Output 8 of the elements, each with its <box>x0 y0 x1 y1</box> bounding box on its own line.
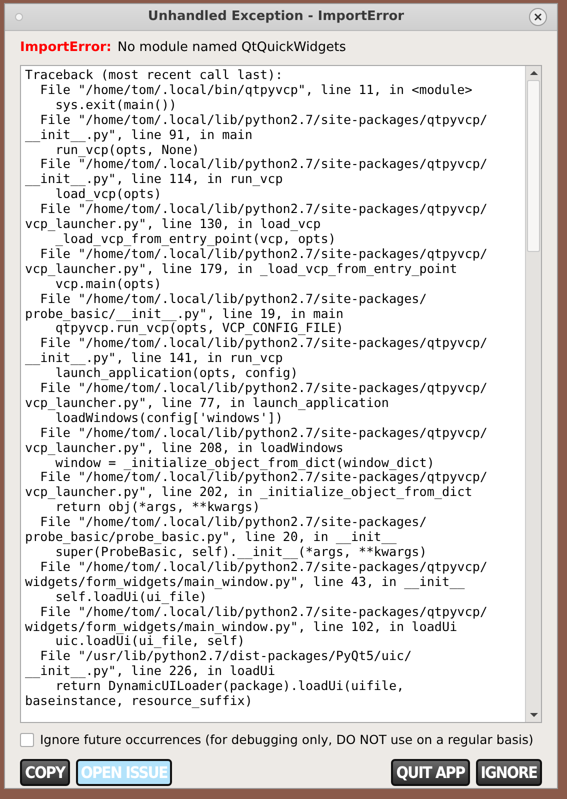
dialog-button[interactable]: COPY <box>20 759 70 786</box>
ignore-label: Ignore future occurrences (for debugging only, DO NOT use on a regular basis) <box>40 730 534 749</box>
error-type: ImportError: <box>20 39 112 58</box>
dialog-button[interactable]: QUIT APP <box>391 759 470 786</box>
dialog-button[interactable]: IGNORE <box>476 759 542 786</box>
window-title: Unhandled Exception - ImportError <box>146 8 406 26</box>
error-message: No module named QtQuickWidgets <box>118 39 346 58</box>
traceback-text: Traceback (most recent call last): File "/home/tom/.local/bin/qtpyvcp", line 11, in <module> sys.exit(main()) File "/home/tom/.local/lib/python2.7/site-packages/qtpyvcp/ __init__.py", line 91, in main run_vcp(opts, None) File "/home/tom/.local/lib/python2.7/site-packages/qtpyvcp/ __init__.py", line 114, in run_vcp load_vcp(opts) File "/home/tom/.local/lib/python2.7/site-packages/qtpyvcp/ vcp_launcher.py", line 130, in load_vcp _load_vcp_from_entry_point(vcp, opts) File "/home/tom/.local/lib/python2.7/site-packages/qtpyvcp/ vcp_launcher.py", line 179, in _load_vcp_from_entry_point vcp.main(opts) File "/home/tom/.local/lib/python2.7/site-packages/ probe_basic/__init__.py", line 19, in main qtpyvcp.run_vcp(opts, VCP_CONFIG_FILE) File "/home/tom/.local/lib/python2.7/site-packages/qtpyvcp/ __init__.py", line 141, in run_vcp launch_application(opts, config) File "/home/tom/.local/lib/python2.7/site-packages/qtpyvcp/ vcp_launcher.py", line 77, in launch_application loadWindows(config['windows']) File "/home/tom/.local/lib/python2.7/site-packages/qtpyvcp/ vcp_launcher.py", line 208, in loadWindows window = _initialize_object_from_dict(window_dict) File "/home/tom/.local/lib/python2.7/site-packages/qtpyvcp/ vcp_launcher.py", line 202, in _initialize_object_from_dict return obj(*args, **kwargs) File "/home/tom/.local/lib/python2.7/site-packages/ probe_basic/probe_basic.py", line 20, in __init__ super(ProbeBasic, self).__init__(*args, **kwargs) File "/home/tom/.local/lib/python2.7/site-packages/qtpyvcp/ widgets/form_widgets/main_window.py", line 43, in __init__ self.loadUi(ui_file) File "/home/tom/.local/lib/python2.7/site-packages/qtpyvcp/ widgets/form_widgets/main_window.py", line 102, in loadUi uic.loadUi(ui_file, self) File "/usr/lib/python2.7/dist-packages/PyQt5/uic/ __init__.py", line 226, in loadUi return DynamicUILoader(package).loadUi(uifile, baseinstance, resource_suffix) <box>24 66 489 710</box>
